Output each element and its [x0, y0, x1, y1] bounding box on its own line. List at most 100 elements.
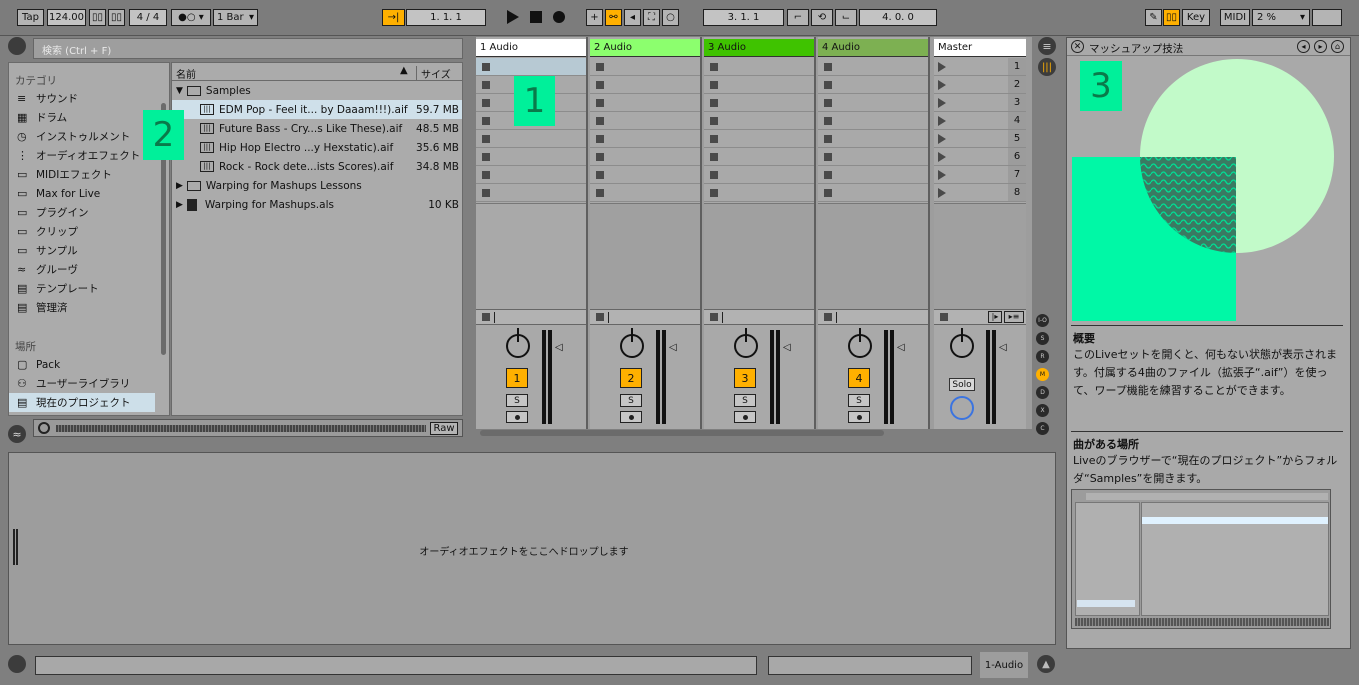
- track-title[interactable]: 3 Audio: [704, 39, 814, 57]
- home-icon[interactable]: ⌂: [1331, 40, 1344, 53]
- sidebar-item-place[interactable]: ⚇ ユーザーライブラリ: [9, 374, 159, 393]
- browser-toggle-icon[interactable]: [8, 37, 26, 55]
- session-toggle-button[interactable]: M: [1036, 368, 1049, 381]
- scene-launch-icon[interactable]: [938, 170, 946, 180]
- clip-slot[interactable]: [476, 58, 586, 76]
- clip-slot[interactable]: [590, 112, 700, 130]
- punch-out-icon[interactable]: ⌙: [835, 9, 857, 26]
- track-activator-button[interactable]: 1: [506, 368, 528, 388]
- clip-slot[interactable]: [818, 76, 928, 94]
- arm-button[interactable]: [734, 411, 756, 423]
- sidebar-item-category[interactable]: ◷ インストゥルメント: [9, 127, 159, 146]
- clip-stop-icon[interactable]: [596, 81, 604, 89]
- clip-slot[interactable]: [476, 184, 586, 202]
- hamburger-icon[interactable]: ≡: [1038, 37, 1056, 55]
- solo-button[interactable]: S: [734, 394, 756, 407]
- expand-arrow-icon[interactable]: ▼: [176, 86, 183, 96]
- clip-slot[interactable]: [476, 130, 586, 148]
- key-map-button[interactable]: Key: [1182, 9, 1210, 26]
- master-title[interactable]: Master: [934, 39, 1026, 57]
- list-item[interactable]: ||| Future Bass - Cry...s Like These).aif…: [172, 119, 462, 138]
- list-item[interactable]: ▶ Warping for Mashups.als 10 KB: [172, 195, 462, 214]
- search-input[interactable]: 検索 (Ctrl + F): [33, 38, 463, 59]
- session-scrollbar[interactable]: [480, 430, 884, 436]
- clip-slot[interactable]: [818, 112, 928, 130]
- clip-stop-icon[interactable]: [482, 63, 490, 71]
- sidebar-item-category[interactable]: ▭ Max for Live: [9, 184, 159, 203]
- scene-row[interactable]: 6: [934, 148, 1026, 166]
- scene-row[interactable]: 7: [934, 166, 1026, 184]
- sidebar-item-category[interactable]: ▭ サンプル: [9, 241, 159, 260]
- clip-slot[interactable]: [704, 112, 814, 130]
- computer-keyboard-icon[interactable]: ▯▯: [1163, 9, 1180, 26]
- clip-stop-icon[interactable]: [710, 189, 718, 197]
- session-record-icon[interactable]: ○: [662, 9, 679, 26]
- loop-start-field[interactable]: 3. 1. 1: [703, 9, 784, 26]
- clip-stop-icon[interactable]: [482, 99, 490, 107]
- nudge-down-icon[interactable]: ▯▯: [89, 9, 106, 26]
- scene-launch-icon[interactable]: [938, 134, 946, 144]
- name-column-header[interactable]: 名前: [176, 66, 196, 81]
- clip-stop-icon[interactable]: [482, 135, 490, 143]
- sidebar-item-place[interactable]: ▢ Pack: [9, 355, 159, 374]
- solo-mode-button[interactable]: Solo: [949, 378, 975, 391]
- session-toggle-button[interactable]: S: [1036, 332, 1049, 345]
- close-icon[interactable]: ✕: [1071, 40, 1084, 53]
- solo-button[interactable]: S: [848, 394, 870, 407]
- clip-slot[interactable]: [704, 166, 814, 184]
- clip-stop-icon[interactable]: [482, 117, 490, 125]
- clip-stop-icon[interactable]: [482, 189, 490, 197]
- clip-stop-icon[interactable]: [710, 153, 718, 161]
- scene-row[interactable]: 5: [934, 130, 1026, 148]
- launch-scene-icon[interactable]: ▸≡: [1004, 311, 1024, 323]
- stop-all-icon[interactable]: [482, 313, 490, 321]
- clip-stop-icon[interactable]: [710, 117, 718, 125]
- sidebar-item-category[interactable]: ▭ クリップ: [9, 222, 159, 241]
- sidebar-item-place[interactable]: ▤ 現在のプロジェクト: [9, 393, 155, 412]
- arm-button[interactable]: [848, 411, 870, 423]
- scene-launch-icon[interactable]: [938, 152, 946, 162]
- clip-slot[interactable]: [704, 76, 814, 94]
- clip-stop-icon[interactable]: [482, 81, 490, 89]
- clip-stop-icon[interactable]: [824, 189, 832, 197]
- sidebar-item-category[interactable]: ▤ 管理済: [9, 298, 159, 317]
- scene-launch-icon[interactable]: [938, 116, 946, 126]
- arm-button[interactable]: [620, 411, 642, 423]
- clip-slot[interactable]: [590, 166, 700, 184]
- clip-stop-icon[interactable]: [482, 171, 490, 179]
- mixer-icon[interactable]: |||: [1038, 58, 1056, 76]
- back-icon[interactable]: ◂: [1297, 40, 1310, 53]
- sidebar-item-category[interactable]: ▭ プラグイン: [9, 203, 159, 222]
- clip-slot[interactable]: [476, 148, 586, 166]
- clip-stop-icon[interactable]: [596, 117, 604, 125]
- clip-slot[interactable]: [704, 148, 814, 166]
- clip-stop-icon[interactable]: [824, 135, 832, 143]
- tap-button[interactable]: Tap: [17, 9, 44, 26]
- clip-slot[interactable]: [590, 130, 700, 148]
- nudge-up-icon[interactable]: ▯▯: [108, 9, 125, 26]
- session-toggle-button[interactable]: D: [1036, 386, 1049, 399]
- clip-stop-icon[interactable]: [710, 63, 718, 71]
- time-signature-field[interactable]: 4 / 4: [129, 9, 167, 26]
- clip-stop-icon[interactable]: [482, 153, 490, 161]
- clip-stop-icon[interactable]: [710, 99, 718, 107]
- sidebar-item-category[interactable]: ▦ ドラム: [9, 108, 159, 127]
- track-activator-button[interactable]: 4: [848, 368, 870, 388]
- expand-arrow-icon[interactable]: ▶: [176, 181, 183, 191]
- clip-stop-icon[interactable]: [824, 99, 832, 107]
- sidebar-item-category[interactable]: ≡ サウンド: [9, 89, 159, 108]
- clip-stop-icon[interactable]: [596, 189, 604, 197]
- clip-slot[interactable]: [590, 148, 700, 166]
- up-arrow-icon[interactable]: ▲: [1037, 655, 1055, 673]
- punch-in-icon[interactable]: ⌐: [787, 9, 809, 26]
- clip-stop-icon[interactable]: [824, 81, 832, 89]
- clip-stop-icon[interactable]: [824, 153, 832, 161]
- track-activator-button[interactable]: 2: [620, 368, 642, 388]
- sidebar-item-category[interactable]: ⋮ オーディオエフェクト: [9, 146, 159, 165]
- re-enable-automation-icon[interactable]: ◂: [624, 9, 641, 26]
- insert-scene-icon[interactable]: |▸: [988, 311, 1002, 323]
- list-item[interactable]: ||| EDM Pop - Feel it... by Daaam!!!).aif…: [172, 100, 462, 119]
- clip-stop-icon[interactable]: [824, 171, 832, 179]
- clip-slot[interactable]: [704, 58, 814, 76]
- list-item[interactable]: ||| Hip Hop Electro ...y Hexstatic).aif 35…: [172, 138, 462, 157]
